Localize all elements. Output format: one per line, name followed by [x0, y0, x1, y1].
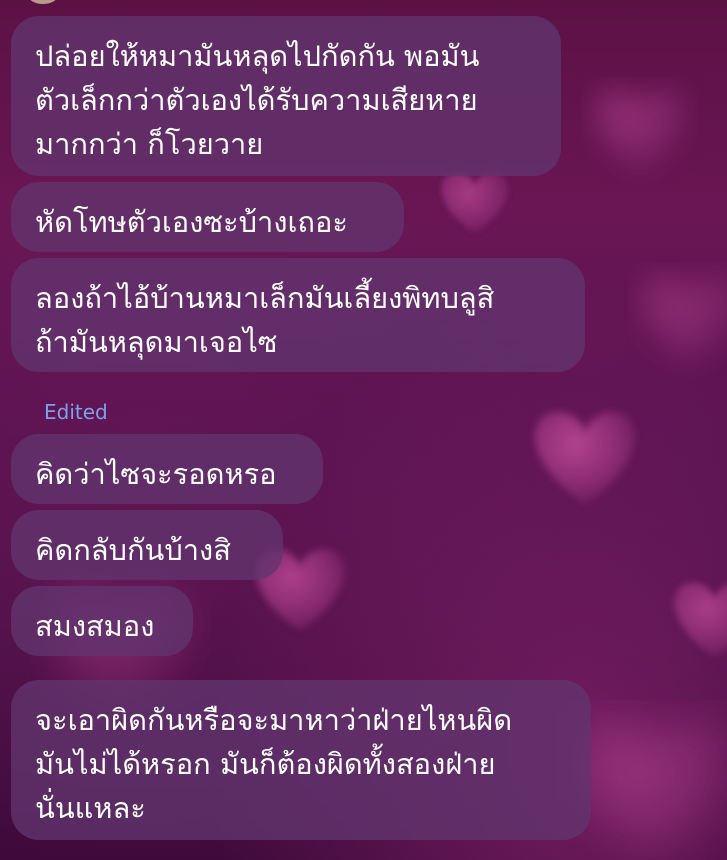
message-bubble[interactable]: ปล่อยให้หมามันหลุดไปกัดกัน พอมัน ตัวเล็ก… — [11, 16, 561, 176]
message-bubble[interactable]: หัดโทษตัวเองซะบ้างเถอะ — [11, 182, 404, 252]
message-bubble[interactable]: คิดว่าไซจะรอดหรอ — [11, 434, 323, 504]
message-bubble[interactable]: สมงสมอง — [11, 586, 193, 656]
chat-message-list: ปล่อยให้หมามันหลุดไปกัดกัน พอมัน ตัวเล็ก… — [0, 0, 727, 860]
message-bubble[interactable]: ลองถ้าไอ้บ้านหมาเล็กมันเลี้ยงพิทบลูสิ ถ้… — [11, 258, 585, 372]
message-bubble[interactable]: จะเอาผิดกันหรือจะมาหาว่าฝ่ายไหนผิด มันไม… — [11, 680, 591, 840]
edited-label: Edited — [44, 400, 108, 424]
message-bubble[interactable]: คิดกลับกันบ้างสิ — [11, 510, 283, 580]
